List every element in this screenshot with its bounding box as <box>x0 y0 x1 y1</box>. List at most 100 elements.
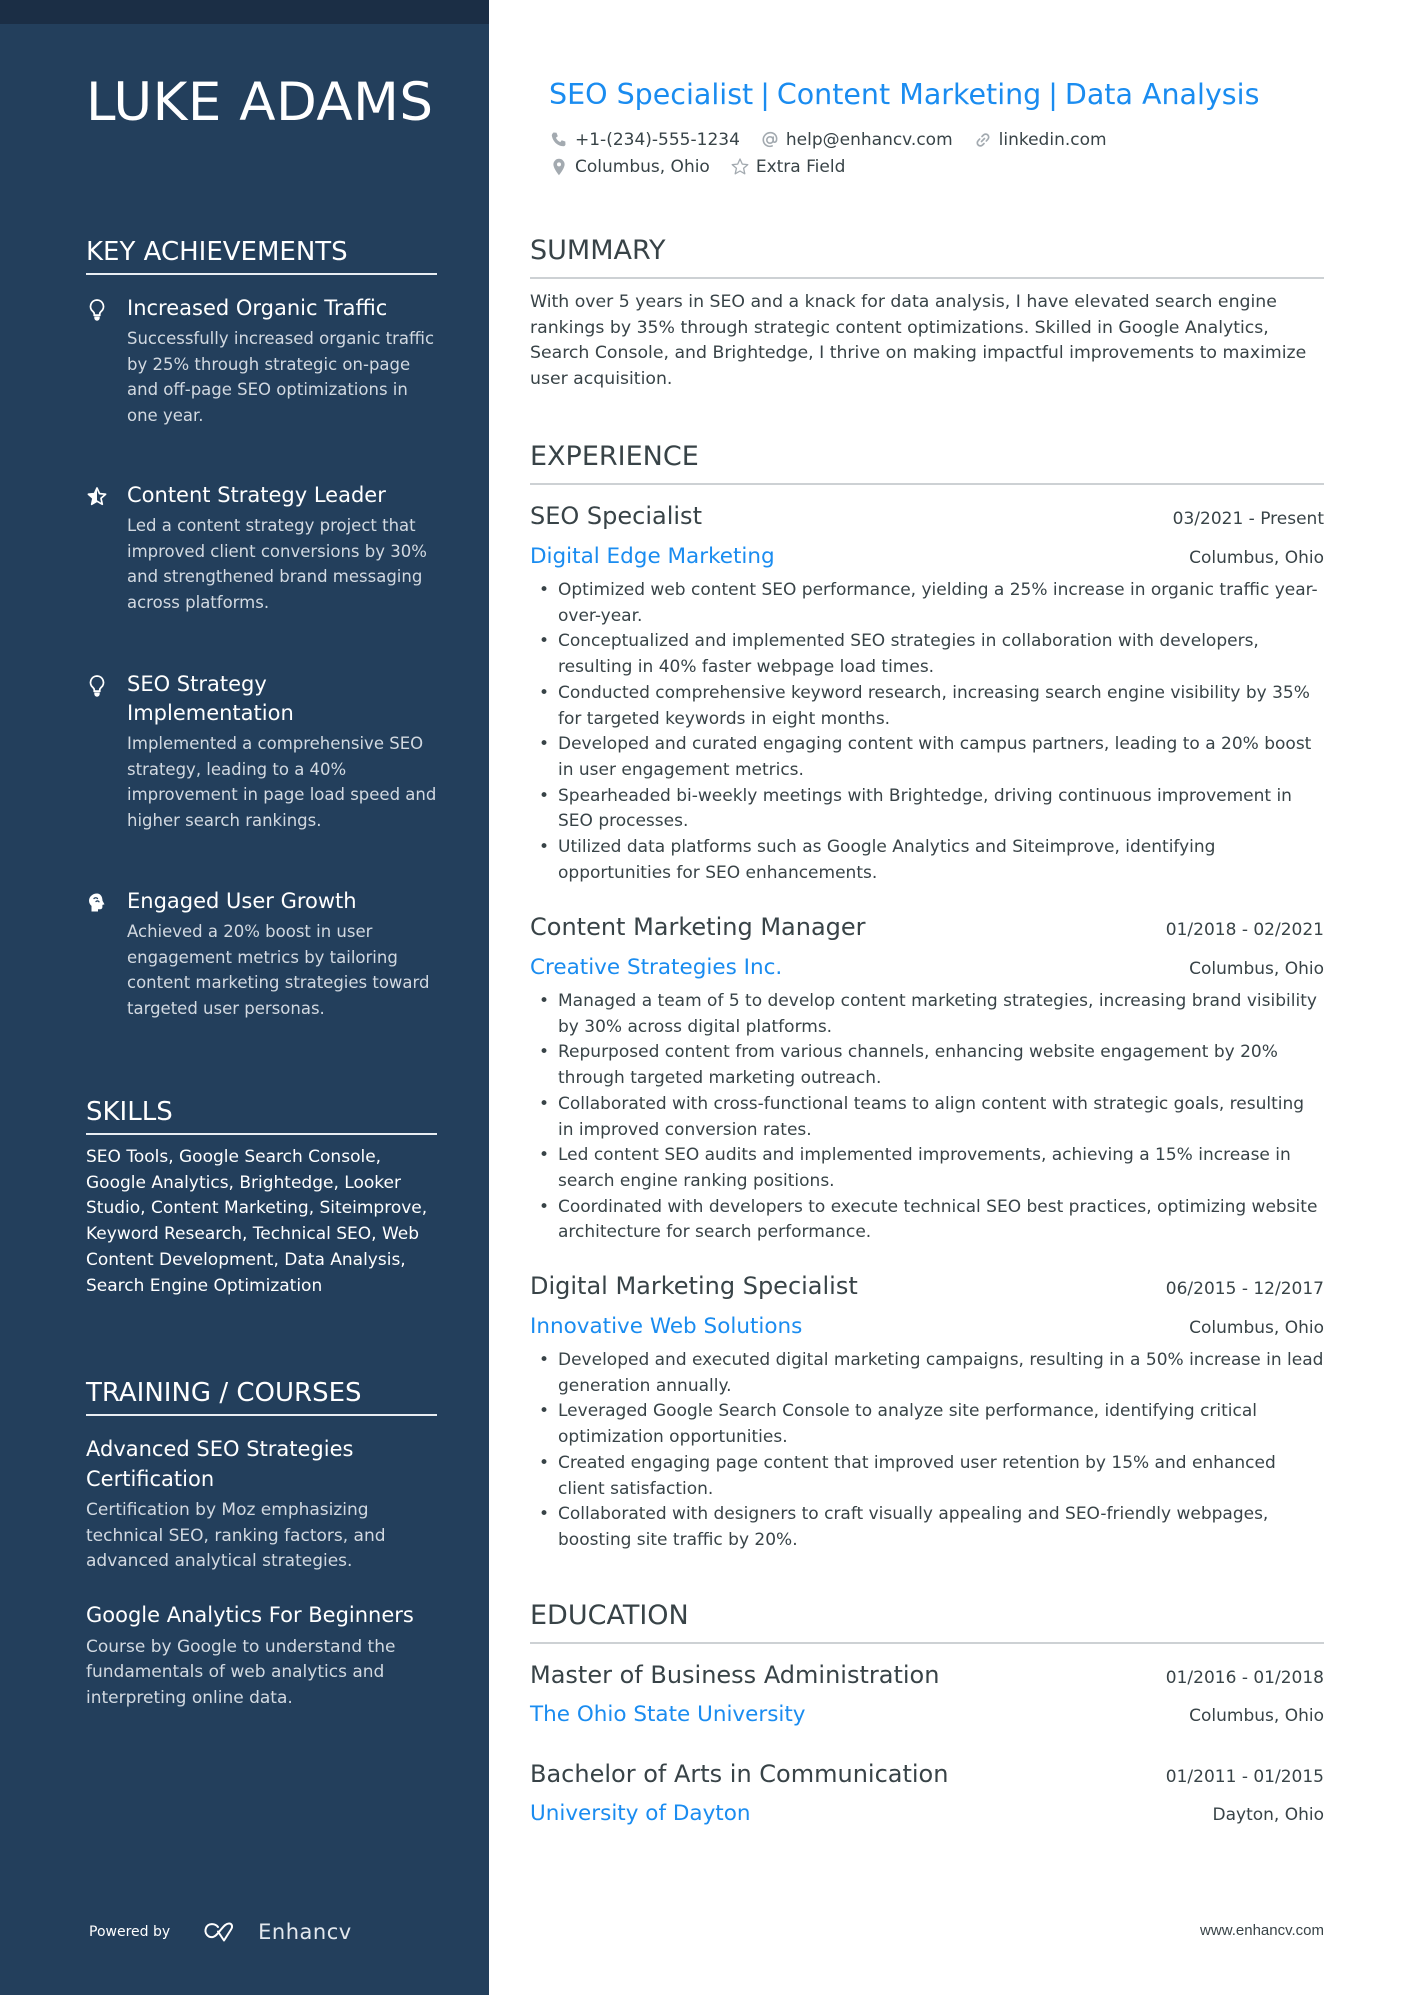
contact-row-2: Columbus, Ohio Extra Field <box>549 157 865 177</box>
achievement-description: Implemented a comprehensive SEO strategy… <box>127 734 437 831</box>
headline-role: Content Marketing <box>776 78 1042 111</box>
bullet-item: Utilized data platforms such as Google A… <box>530 835 1324 886</box>
section-heading-key-achievements: KEY ACHIEVEMENTS <box>86 237 348 267</box>
contact-email: help@enhancv.com <box>760 130 953 150</box>
school-name: University of Dayton <box>530 1801 751 1826</box>
candidate-name: LUKE ADAMS <box>86 72 434 133</box>
headline-separator: | <box>760 78 770 111</box>
email-value[interactable]: help@enhancv.com <box>786 130 953 150</box>
section-divider <box>86 1133 437 1135</box>
summary-text: With over 5 years in SEO and a knack for… <box>530 292 1307 390</box>
experience-item: Content Marketing Manager 01/2018 - 02/2… <box>530 911 1324 1246</box>
bullet-item: Leveraged Google Search Console to analy… <box>530 1399 1324 1450</box>
lightbulb-icon <box>86 298 108 322</box>
achievement-description: Achieved a 20% boost in user engagement … <box>127 922 430 1019</box>
contact-phone: +1-(234)-555-1234 <box>549 130 740 150</box>
job-title: SEO Specialist <box>530 502 702 530</box>
bullet-item: Led content SEO audits and implemented i… <box>530 1143 1324 1194</box>
section-heading-experience: EXPERIENCE <box>530 441 699 472</box>
achievement-item: Engaged User Growth Achieved a 20% boost… <box>86 887 437 1022</box>
company-name: Digital Edge Marketing <box>530 544 775 569</box>
sidebar-top-band <box>0 0 489 24</box>
company-name: Creative Strategies Inc. <box>530 955 783 980</box>
star-outline-icon <box>730 157 750 177</box>
location-pin-icon <box>549 157 569 177</box>
enhancv-logo-icon <box>204 1922 234 1942</box>
achievement-title: Increased Organic Traffic <box>127 296 388 320</box>
education-dates: 01/2016 - 01/2018 <box>1165 1668 1324 1688</box>
head-brain-icon <box>86 891 108 915</box>
course-title: Google Analytics For Beginners <box>86 1603 414 1627</box>
section-divider <box>530 483 1324 485</box>
school-name: The Ohio State University <box>530 1702 806 1727</box>
achievement-title: Content Strategy Leader <box>127 483 386 507</box>
job-dates: 06/2015 - 12/2017 <box>1165 1279 1324 1299</box>
job-bullets: Optimized web content SEO performance, y… <box>530 578 1324 886</box>
phone-value[interactable]: +1-(234)-555-1234 <box>575 130 740 150</box>
section-divider <box>86 273 437 275</box>
headline-separator: | <box>1048 78 1058 111</box>
contact-extra: Extra Field <box>730 157 846 177</box>
job-bullets: Managed a team of 5 to develop content m… <box>530 989 1324 1246</box>
lightbulb-icon <box>86 674 108 698</box>
bullet-item: Optimized web content SEO performance, y… <box>530 578 1324 629</box>
bullet-item: Developed and curated engaging content w… <box>530 732 1324 783</box>
achievement-description: Successfully increased organic traffic b… <box>127 329 435 426</box>
location-value: Columbus, Ohio <box>575 157 710 177</box>
education-item: Master of Business Administration 01/201… <box>530 1659 1324 1730</box>
job-location: Columbus, Ohio <box>1189 548 1324 568</box>
job-title: Digital Marketing Specialist <box>530 1272 858 1300</box>
job-title: Content Marketing Manager <box>530 913 866 941</box>
key-achievements-section: KEY ACHIEVEMENTS <box>86 235 437 275</box>
achievement-title: Engaged User Growth <box>127 889 357 913</box>
experience-item: Digital Marketing Specialist 06/2015 - 1… <box>530 1270 1324 1554</box>
achievement-description: Led a content strategy project that impr… <box>127 516 427 613</box>
education-location: Columbus, Ohio <box>1189 1706 1324 1726</box>
website-value[interactable]: linkedin.com <box>999 130 1107 150</box>
education-item: Bachelor of Arts in Communication 01/201… <box>530 1758 1324 1829</box>
achievement-title: SEO Strategy Implementation <box>127 672 294 725</box>
contact-row-1: +1-(234)-555-1234 help@enhancv.com linke… <box>549 130 1127 150</box>
bullet-item: Created engaging page content that impro… <box>530 1451 1324 1502</box>
job-dates: 01/2018 - 02/2021 <box>1165 920 1324 940</box>
enhancv-brand[interactable]: Enhancv <box>258 1920 352 1944</box>
education-section: EDUCATION <box>530 1598 1324 1644</box>
footer-website-link[interactable]: www.enhancv.com <box>1200 1922 1324 1939</box>
job-bullets: Developed and executed digital marketing… <box>530 1348 1324 1554</box>
extra-field-value: Extra Field <box>755 157 846 177</box>
section-divider <box>86 1414 437 1416</box>
section-heading-skills: SKILLS <box>86 1097 173 1127</box>
powered-by-label: Powered by <box>89 1924 171 1940</box>
company-name: Innovative Web Solutions <box>530 1314 803 1339</box>
course-description: Certification by Moz emphasizing technic… <box>86 1500 386 1572</box>
training-section: TRAINING / COURSES <box>86 1376 437 1416</box>
section-heading-training: TRAINING / COURSES <box>86 1378 362 1408</box>
job-location: Columbus, Ohio <box>1189 1318 1324 1338</box>
section-heading-education: EDUCATION <box>530 1600 689 1631</box>
experience-section: EXPERIENCE <box>530 439 1324 485</box>
skills-list: SEO Tools, Google Search Console, Google… <box>86 1147 428 1296</box>
experience-item: SEO Specialist 03/2021 - Present Digital… <box>530 500 1324 886</box>
job-location: Columbus, Ohio <box>1189 959 1324 979</box>
bullet-item: Conceptualized and implemented SEO strat… <box>530 629 1324 680</box>
link-icon <box>973 130 993 150</box>
section-divider <box>530 1642 1324 1644</box>
bullet-item: Developed and executed digital marketing… <box>530 1348 1324 1399</box>
contact-website: linkedin.com <box>973 130 1107 150</box>
headline: SEO Specialist | Content Marketing | Data An… <box>549 76 1259 114</box>
section-divider <box>530 277 1324 279</box>
at-sign-icon <box>760 130 780 150</box>
achievement-item: Increased Organic Traffic Successfully i… <box>86 294 437 429</box>
headline-role: Data Analysis <box>1064 78 1260 111</box>
section-heading-summary: SUMMARY <box>530 235 666 266</box>
bullet-item: Repurposed content from various channels… <box>530 1040 1324 1091</box>
education-dates: 01/2011 - 01/2015 <box>1165 1767 1324 1787</box>
star-icon <box>86 485 108 509</box>
bullet-item: Conducted comprehensive keyword research… <box>530 681 1324 732</box>
degree-title: Bachelor of Arts in Communication <box>530 1760 949 1788</box>
phone-icon <box>549 130 569 150</box>
bullet-item: Managed a team of 5 to develop content m… <box>530 989 1324 1040</box>
contact-location: Columbus, Ohio <box>549 157 710 177</box>
job-dates: 03/2021 - Present <box>1172 509 1324 529</box>
skills-section: SKILLS SEO Tools, Google Search Console,… <box>86 1095 437 1299</box>
